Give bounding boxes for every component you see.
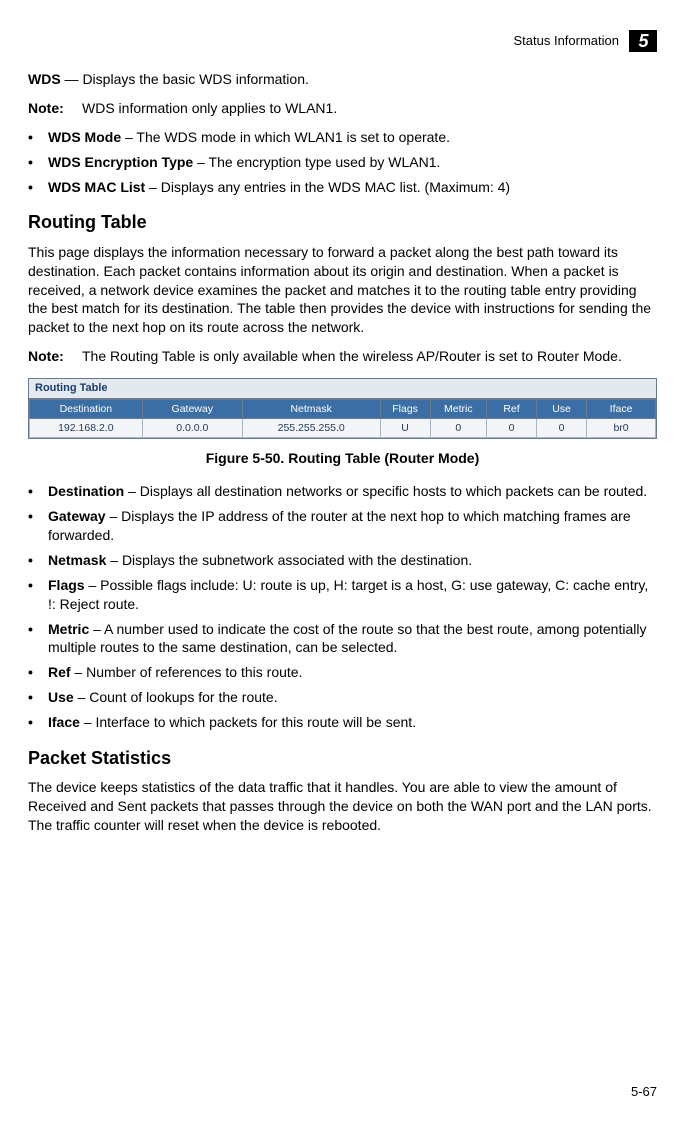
col-gateway: Gateway [142, 399, 242, 418]
col-iface: Iface [587, 399, 656, 418]
routing-para: This page displays the information neces… [28, 243, 657, 337]
wds-note: Note: WDS information only applies to WL… [28, 99, 657, 118]
list-item: • Gateway – Displays the IP address of t… [28, 507, 657, 545]
bullet-icon: • [28, 178, 38, 197]
bullet-icon: • [28, 128, 38, 147]
note-text: WDS information only applies to WLAN1. [82, 99, 337, 118]
wds-intro: WDS — Displays the basic WDS information… [28, 70, 657, 89]
packet-heading: Packet Statistics [28, 746, 657, 770]
cell-iface: br0 [587, 419, 656, 438]
cell-destination: 192.168.2.0 [30, 419, 143, 438]
page-header: Status Information 5 [28, 30, 657, 52]
col-use: Use [537, 399, 587, 418]
routing-table-title: Routing Table [29, 379, 656, 399]
col-destination: Destination [30, 399, 143, 418]
wds-title-rest: — Displays the basic WDS information. [61, 71, 309, 87]
list-item: • WDS Encryption Type – The encryption t… [28, 153, 657, 172]
bullet-icon: • [28, 551, 38, 570]
routing-note: Note: The Routing Table is only availabl… [28, 347, 657, 366]
bullet-icon: • [28, 713, 38, 732]
chapter-badge: 5 [629, 30, 657, 52]
cell-ref: 0 [486, 419, 536, 438]
list-item: • Iface – Interface to which packets for… [28, 713, 657, 732]
table-header-row: Destination Gateway Netmask Flags Metric… [30, 399, 656, 418]
routing-table-panel: Routing Table Destination Gateway Netmas… [28, 378, 657, 439]
list-item: • Metric – A number used to indicate the… [28, 620, 657, 658]
routing-table: Destination Gateway Netmask Flags Metric… [29, 399, 656, 438]
bullet-icon: • [28, 576, 38, 614]
cell-netmask: 255.255.255.0 [242, 419, 380, 438]
list-item: • Destination – Displays all destination… [28, 482, 657, 501]
packet-para: The device keeps statistics of the data … [28, 778, 657, 835]
cell-metric: 0 [430, 419, 486, 438]
bullet-icon: • [28, 507, 38, 545]
page-number: 5-67 [631, 1083, 657, 1101]
cell-flags: U [380, 419, 430, 438]
col-netmask: Netmask [242, 399, 380, 418]
list-item: • Netmask – Displays the subnetwork asso… [28, 551, 657, 570]
routing-bullet-list: • Destination – Displays all destination… [28, 482, 657, 732]
col-metric: Metric [430, 399, 486, 418]
header-section: Status Information [514, 32, 620, 50]
bullet-icon: • [28, 482, 38, 501]
col-flags: Flags [380, 399, 430, 418]
list-item: • Ref – Number of references to this rou… [28, 663, 657, 682]
bullet-icon: • [28, 663, 38, 682]
routing-table-figure: Routing Table Destination Gateway Netmas… [28, 378, 657, 439]
note-text: The Routing Table is only available when… [82, 347, 622, 366]
col-ref: Ref [486, 399, 536, 418]
bullet-icon: • [28, 153, 38, 172]
bullet-icon: • [28, 688, 38, 707]
cell-gateway: 0.0.0.0 [142, 419, 242, 438]
list-item: • Flags – Possible flags include: U: rou… [28, 576, 657, 614]
figure-caption: Figure 5-50. Routing Table (Router Mode) [28, 449, 657, 468]
list-item: • WDS Mode – The WDS mode in which WLAN1… [28, 128, 657, 147]
cell-use: 0 [537, 419, 587, 438]
list-item: • WDS MAC List – Displays any entries in… [28, 178, 657, 197]
note-label: Note: [28, 347, 72, 366]
wds-title: WDS [28, 71, 61, 87]
list-item: • Use – Count of lookups for the route. [28, 688, 657, 707]
wds-bullet-list: • WDS Mode – The WDS mode in which WLAN1… [28, 128, 657, 197]
routing-heading: Routing Table [28, 210, 657, 234]
note-label: Note: [28, 99, 72, 118]
bullet-icon: • [28, 620, 38, 658]
table-row: 192.168.2.0 0.0.0.0 255.255.255.0 U 0 0 … [30, 419, 656, 438]
